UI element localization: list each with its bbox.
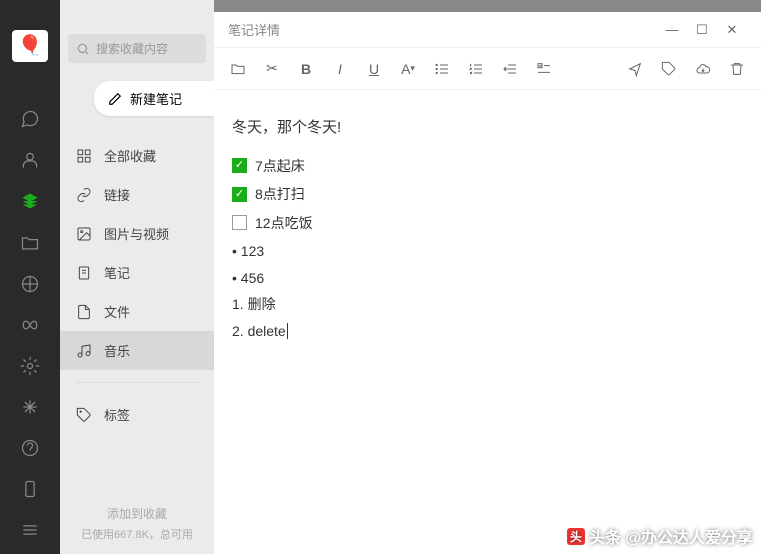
italic-button[interactable]: I <box>330 59 350 79</box>
divider <box>76 382 198 383</box>
underline-button[interactable]: U <box>364 59 384 79</box>
sidebar-item-files[interactable]: 文件 <box>60 292 214 331</box>
bullet-item: 456 <box>232 265 743 292</box>
sidebar-item-label: 全部收藏 <box>104 146 156 165</box>
tag-icon <box>76 407 92 423</box>
checkbox-icon[interactable]: ✓ <box>232 187 247 202</box>
miniapp-icon[interactable] <box>10 431 50 466</box>
sidebar-item-media[interactable]: 图片与视频 <box>60 214 214 253</box>
sidebar-item-label: 图片与视频 <box>104 224 169 243</box>
music-icon <box>76 343 92 359</box>
sidebar-item-tags[interactable]: 标签 <box>60 395 214 434</box>
pen-icon <box>108 92 122 106</box>
checklist-text: 8点打扫 <box>255 181 305 208</box>
minimize-button[interactable]: — <box>657 18 687 42</box>
ordered-item: 1. 删除 <box>232 291 743 318</box>
sidebar: 搜索收藏内容 新建笔记 全部收藏 链接 图片与视频 笔记 文件 音乐 <box>60 0 214 554</box>
sidebar-footer: 添加到收藏 已使用667.8K，总可用 <box>60 493 214 554</box>
cut-icon[interactable]: ✂ <box>262 59 282 79</box>
avatar[interactable]: 🎈 <box>12 30 48 62</box>
sidebar-item-notes[interactable]: 笔记 <box>60 253 214 292</box>
sidebar-item-label: 音乐 <box>104 341 130 360</box>
grid-icon <box>76 148 92 164</box>
sidebar-item-label: 标签 <box>104 405 130 424</box>
checklist-item[interactable]: ✓ 8点打扫 <box>232 181 743 208</box>
tag-tool-icon[interactable] <box>659 59 679 79</box>
font-color-button[interactable]: A▾ <box>398 59 418 79</box>
close-button[interactable]: ✕ <box>717 18 747 42</box>
bullet-item: 123 <box>232 238 743 265</box>
star-icon[interactable] <box>10 389 50 424</box>
new-note-label: 新建笔记 <box>130 89 182 108</box>
checklist-item[interactable]: 12点吃饭 <box>232 210 743 237</box>
sidebar-item-music[interactable]: 音乐 <box>60 331 214 370</box>
checklist-button[interactable] <box>534 59 554 79</box>
sidebar-item-all[interactable]: 全部收藏 <box>60 136 214 175</box>
folder-tool-icon[interactable] <box>228 59 248 79</box>
toolbar: ✂ B I U A▾ <box>214 48 761 90</box>
outdent-button[interactable] <box>500 59 520 79</box>
sidebar-item-label: 链接 <box>104 185 130 204</box>
search-placeholder: 搜索收藏内容 <box>96 40 168 57</box>
contacts-icon[interactable] <box>10 143 50 178</box>
new-note-button[interactable]: 新建笔记 <box>94 81 214 116</box>
ordered-list-button[interactable] <box>466 59 486 79</box>
editor-window: 笔记详情 — ☐ ✕ ✂ B I U A▾ <box>214 12 761 554</box>
share-icon[interactable] <box>625 59 645 79</box>
sidebar-item-label: 笔记 <box>104 263 130 282</box>
folder-icon[interactable] <box>10 225 50 260</box>
note-icon <box>76 265 92 281</box>
footer-title: 添加到收藏 <box>68 505 206 522</box>
checklist-text: 7点起床 <box>255 153 305 180</box>
checkbox-icon[interactable]: ✓ <box>232 158 247 173</box>
watermark-badge-icon: 头 <box>567 528 585 545</box>
editor-content[interactable]: 冬天，那个冬天! ✓ 7点起床 ✓ 8点打扫 12点吃饭 123 456 1. 删除… <box>214 90 761 369</box>
text-caret <box>287 323 288 339</box>
checklist-text: 12点吃饭 <box>255 210 313 237</box>
sidebar-item-label: 文件 <box>104 302 130 321</box>
menu-icon[interactable] <box>10 513 50 548</box>
ordered-item: 2. delete <box>232 318 743 345</box>
phone-icon[interactable] <box>10 472 50 507</box>
editor-area: 笔记详情 — ☐ ✕ ✂ B I U A▾ <box>214 0 761 554</box>
checklist-item[interactable]: ✓ 7点起床 <box>232 153 743 180</box>
search-icon <box>76 42 90 56</box>
chat-icon[interactable] <box>10 102 50 137</box>
settings-icon[interactable] <box>10 348 50 383</box>
titlebar: 笔记详情 — ☐ ✕ <box>214 12 761 48</box>
link-icon <box>76 187 92 203</box>
window-title: 笔记详情 <box>228 20 280 39</box>
butterfly-icon[interactable] <box>10 307 50 342</box>
nav-rail: 🎈 <box>0 0 60 554</box>
cloud-icon[interactable] <box>693 59 713 79</box>
delete-icon[interactable] <box>727 59 747 79</box>
file-icon <box>76 304 92 320</box>
maximize-button[interactable]: ☐ <box>687 18 717 42</box>
moments-icon[interactable] <box>10 266 50 301</box>
checkbox-icon[interactable] <box>232 215 247 230</box>
image-icon <box>76 226 92 242</box>
sidebar-item-links[interactable]: 链接 <box>60 175 214 214</box>
footer-usage: 已使用667.8K，总可用 <box>68 526 206 542</box>
bold-button[interactable]: B <box>296 59 316 79</box>
watermark-text: 头条 @办公达人爱分享 <box>589 524 753 548</box>
watermark: 头 头条 @办公达人爱分享 <box>567 524 753 548</box>
search-input[interactable]: 搜索收藏内容 <box>68 34 206 63</box>
note-title: 冬天，那个冬天! <box>232 114 743 143</box>
favorites-icon[interactable] <box>10 184 50 219</box>
bullet-list-button[interactable] <box>432 59 452 79</box>
